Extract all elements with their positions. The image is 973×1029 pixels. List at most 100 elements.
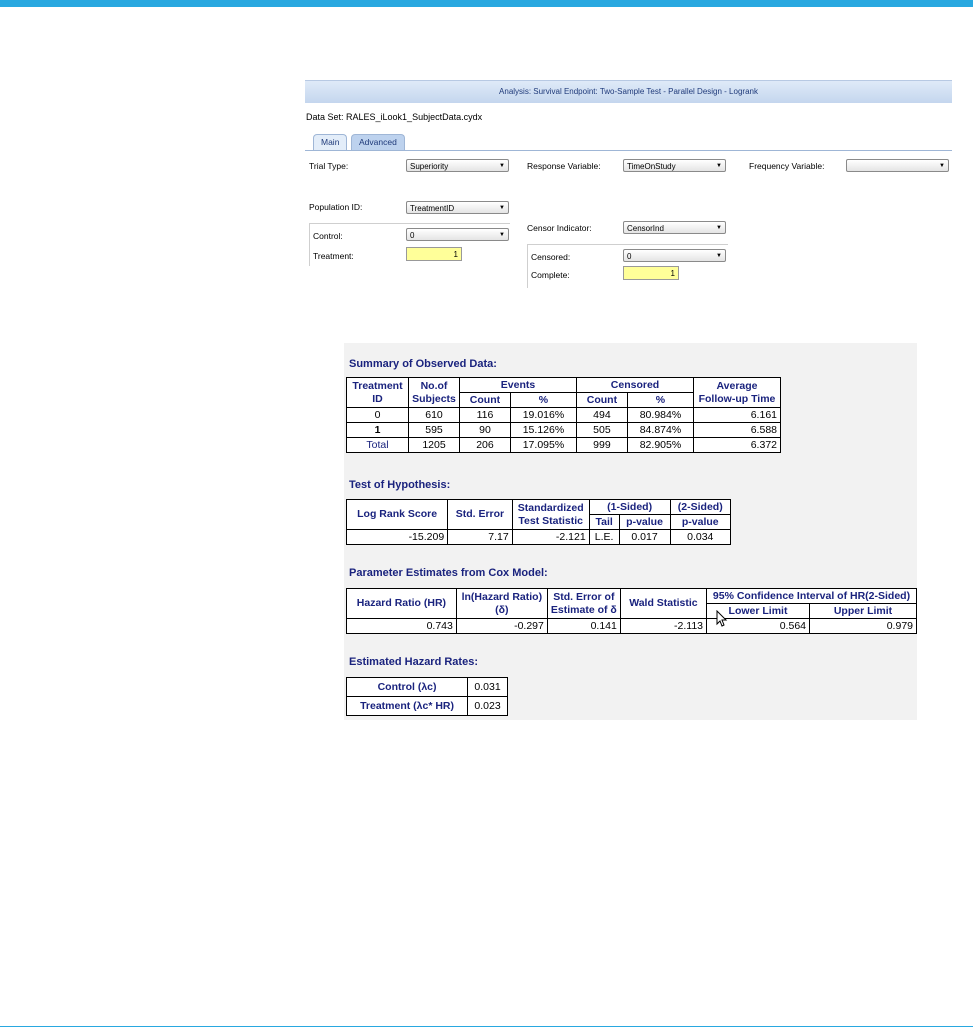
col-two-sided: (2-Sided) <box>669 499 732 515</box>
cell-upper: 0.979 <box>809 618 917 634</box>
treatment-input[interactable]: 1 <box>406 247 462 261</box>
col-wald: Wald Statistic <box>619 588 708 619</box>
mouse-cursor-icon <box>716 609 728 631</box>
control-rate-label: Control (λc) <box>345 677 469 697</box>
hypothesis-table: Log Rank Score Std. Error Standardized T… <box>345 499 732 545</box>
chevron-down-icon: ▼ <box>716 163 722 169</box>
table-row: Control (λc) 0.031 <box>345 677 508 697</box>
col-one-sided: (1-Sided) <box>588 499 671 515</box>
censored-select[interactable]: 0 ▼ <box>623 249 726 262</box>
col-no-subjects: No.of Subjects <box>408 377 460 408</box>
cell-id: 1 <box>346 422 409 438</box>
cell-avg: 6.161 <box>693 407 781 423</box>
control-rate-value: 0.031 <box>467 677 508 697</box>
col-censored-count: Count <box>575 392 628 408</box>
trial-type-value: Superiority <box>410 162 449 171</box>
control-value: 0 <box>410 231 415 240</box>
cell-p2: 0.034 <box>669 529 732 545</box>
cell-id: 0 <box>346 407 409 423</box>
col-censored-pct: % <box>626 392 695 408</box>
col-ln-hazard-ratio: ln(Hazard Ratio) (δ) <box>455 588 548 619</box>
complete-label: Complete: <box>531 270 570 280</box>
chevron-down-icon: ▼ <box>499 205 505 211</box>
summary-table: Treatment ID No.of Subjects Events Censo… <box>346 377 781 453</box>
tab-advanced[interactable]: Advanced <box>351 134 405 150</box>
response-variable-label: Response Variable: <box>527 161 601 171</box>
cell-std: -2.121 <box>511 529 590 545</box>
cell-ce-count: 999 <box>575 437 628 453</box>
trial-type-select[interactable]: Superiority ▼ <box>406 159 509 172</box>
col-standardized: Standardized Test Statistic <box>511 499 590 530</box>
cell-ev-pct: 15.126% <box>509 422 577 438</box>
cell-hr: 0.743 <box>346 618 457 634</box>
col-std-error: Std. Error <box>447 499 513 530</box>
treatment-label: Treatment: <box>313 251 354 261</box>
frequency-variable-select[interactable]: ▼ <box>846 159 949 172</box>
cell-ce-pct: 84.874% <box>626 422 695 438</box>
col-events: Events <box>459 377 577 393</box>
rates-table: Control (λc) 0.031 Treatment (λc* HR) 0.… <box>345 677 508 716</box>
col-events-pct: % <box>509 392 577 408</box>
cell-ce-pct: 80.984% <box>626 407 695 423</box>
cell-id: Total <box>346 437 409 453</box>
col-events-count: Count <box>459 392 511 408</box>
cell-ln: -0.297 <box>455 618 548 634</box>
summary-heading: Summary of Observed Data: <box>349 358 497 370</box>
censor-indicator-value: CensorInd <box>627 224 664 233</box>
censored-value: 0 <box>627 252 632 261</box>
response-variable-select[interactable]: TimeOnStudy ▼ <box>623 159 726 172</box>
tab-main[interactable]: Main <box>313 134 348 150</box>
cell-se: 7.17 <box>447 529 513 545</box>
cell-ev-pct: 19.016% <box>509 407 577 423</box>
control-select[interactable]: 0 ▼ <box>406 228 509 241</box>
tab-divider <box>305 150 952 151</box>
population-id-select[interactable]: TreatmentID ▼ <box>406 201 509 214</box>
frequency-variable-label: Frequency Variable: <box>749 161 825 171</box>
table-row: -15.209 7.17 -2.121 L.E. 0.017 0.034 <box>345 529 732 545</box>
population-id-value: TreatmentID <box>410 204 455 213</box>
top-accent-bar <box>0 0 973 7</box>
treatment-rate-label: Treatment (λc* HR) <box>345 696 469 716</box>
cox-table: Hazard Ratio (HR) ln(Hazard Ratio) (δ) S… <box>346 588 917 634</box>
cell-ce-count: 505 <box>575 422 628 438</box>
censor-indicator-select[interactable]: CensorInd ▼ <box>623 221 726 234</box>
censored-label: Censored: <box>531 252 571 262</box>
cell-lrs: -15.209 <box>345 529 449 545</box>
population-id-label: Population ID: <box>309 202 363 212</box>
cell-avg: 6.372 <box>693 437 781 453</box>
analysis-dialog: Analysis: Survival Endpoint: Two-Sample … <box>305 80 952 288</box>
cell-se: 0.141 <box>546 618 621 634</box>
cell-ce-count: 494 <box>575 407 628 423</box>
control-label: Control: <box>313 231 343 241</box>
col-hazard-ratio: Hazard Ratio (HR) <box>346 588 457 619</box>
chevron-down-icon: ▼ <box>939 163 945 169</box>
hypothesis-heading: Test of Hypothesis: <box>349 479 451 491</box>
dataset-label: Data Set: RALES_iLook1_SubjectData.cydx <box>306 112 483 122</box>
cell-avg: 6.588 <box>693 422 781 438</box>
cell-ev-count: 116 <box>459 407 511 423</box>
cell-p1: 0.017 <box>618 529 671 545</box>
cell-ev-pct: 17.095% <box>509 437 577 453</box>
col-ci: 95% Confidence Interval of HR(2-Sided) <box>706 588 917 604</box>
table-row: 0 610 116 19.016% 494 80.984% 6.161 <box>346 407 781 423</box>
cell-ev-count: 90 <box>459 422 511 438</box>
cell-ev-count: 206 <box>459 437 511 453</box>
col-upper-limit: Upper Limit <box>809 603 917 619</box>
cell-wald: -2.113 <box>619 618 708 634</box>
col-p-value-1: p-value <box>618 514 671 530</box>
rates-heading: Estimated Hazard Rates: <box>349 656 478 668</box>
dialog-title: Analysis: Survival Endpoint: Two-Sample … <box>305 80 952 103</box>
col-log-rank-score: Log Rank Score <box>345 499 449 530</box>
col-p-value-2: p-value <box>669 514 732 530</box>
table-row: 0.743 -0.297 0.141 -2.113 0.564 0.979 <box>346 618 917 634</box>
response-variable-value: TimeOnStudy <box>627 162 676 171</box>
complete-input[interactable]: 1 <box>623 266 679 280</box>
chevron-down-icon: ▼ <box>499 163 505 169</box>
cox-heading: Parameter Estimates from Cox Model: <box>349 567 548 579</box>
treatment-rate-value: 0.023 <box>467 696 508 716</box>
trial-type-label: Trial Type: <box>309 161 349 171</box>
col-avg-followup: Average Follow-up Time <box>693 377 781 408</box>
table-row: 1 595 90 15.126% 505 84.874% 6.588 <box>346 422 781 438</box>
col-censored: Censored <box>575 377 695 393</box>
cell-n: 595 <box>408 422 460 438</box>
